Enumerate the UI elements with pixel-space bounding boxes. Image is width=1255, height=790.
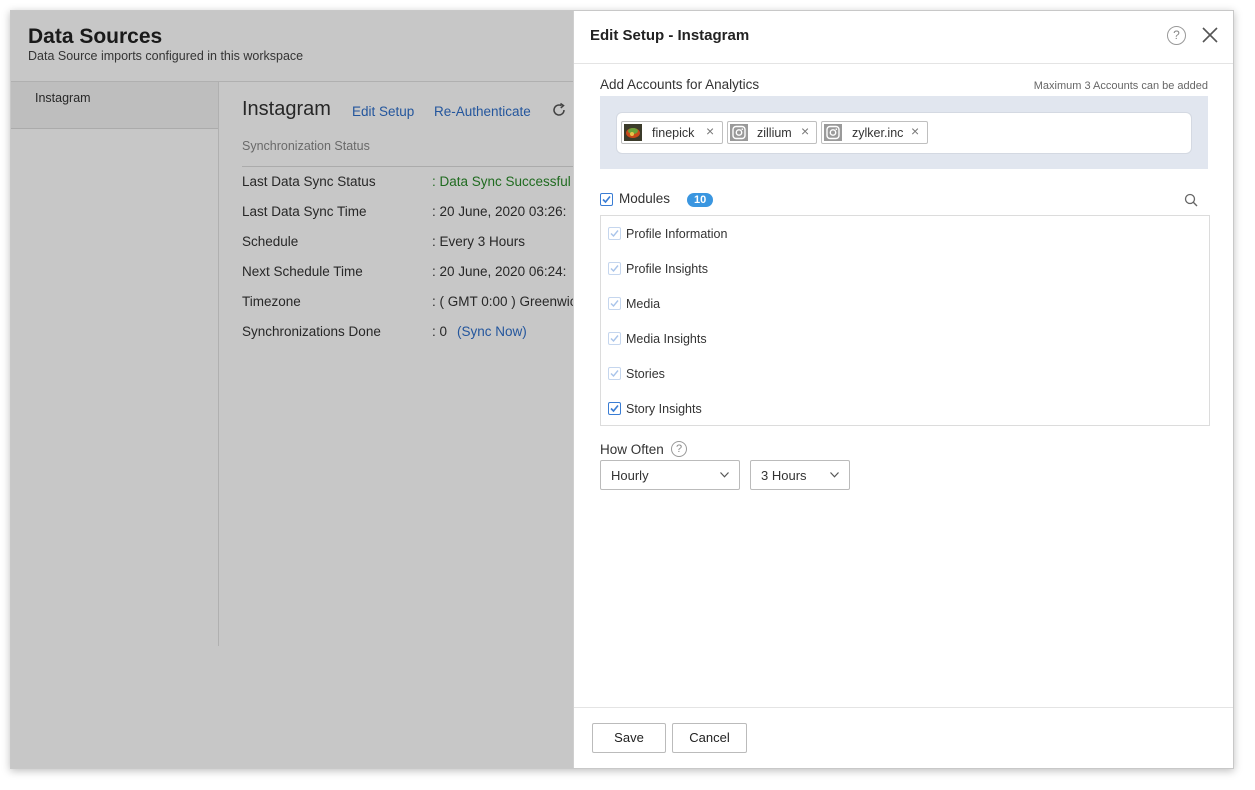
module-label: Stories (626, 367, 665, 381)
module-item[interactable]: Story Insights (608, 400, 908, 418)
edit-setup-panel: Edit Setup - Instagram ? Add Accounts fo… (573, 11, 1233, 768)
cancel-button[interactable]: Cancel (672, 723, 747, 753)
panel-footer: Save Cancel (574, 707, 1233, 768)
profile-picture-icon (624, 124, 642, 141)
account-chip-zylker[interactable]: zylker.inc × (821, 121, 928, 144)
remove-chip-icon[interactable]: × (911, 123, 919, 139)
account-chip-finepick[interactable]: finepick × (621, 121, 723, 144)
module-item[interactable]: Stories (608, 365, 908, 383)
module-label: Profile Information (626, 227, 728, 241)
modules-label: Modules (619, 191, 671, 206)
module-item[interactable]: Profile Information (608, 225, 908, 243)
frequency-select[interactable]: Hourly (600, 460, 740, 490)
account-chip-zillium[interactable]: zillium × (727, 121, 817, 144)
interval-select[interactable]: 3 Hours (750, 460, 850, 490)
help-icon[interactable]: ? (1167, 26, 1186, 45)
modules-list: Profile Information Profile Insights Med… (600, 215, 1210, 426)
module-item[interactable]: Media Insights (608, 330, 908, 348)
search-icon[interactable] (1184, 193, 1198, 207)
module-checkbox[interactable] (608, 402, 621, 415)
module-checkbox[interactable] (608, 297, 621, 310)
help-icon[interactable]: ? (671, 441, 687, 457)
save-button[interactable]: Save (592, 723, 666, 753)
modules-select-all-checkbox[interactable] (600, 193, 613, 206)
module-label: Media (626, 297, 661, 311)
module-checkbox[interactable] (608, 262, 621, 275)
module-checkbox[interactable] (608, 227, 621, 240)
data-sources-page: Data Sources Data Source imports configu… (11, 11, 582, 768)
modules-count-badge: 10 (687, 193, 714, 207)
accounts-label: Add Accounts for Analytics (600, 77, 760, 92)
chevron-down-icon (830, 472, 839, 478)
accounts-box: finepick × zillium × zylker.inc × (600, 96, 1208, 169)
how-often-label: How Often (600, 442, 664, 457)
chip-label: zylker.inc (852, 126, 904, 140)
module-item[interactable]: Profile Insights (608, 260, 908, 278)
app-window: Data Sources Data Source imports configu… (10, 10, 1234, 769)
accounts-max-note: Maximum 3 Accounts can be added (1033, 80, 1208, 92)
module-item[interactable]: Media (608, 295, 908, 313)
module-label: Profile Insights (626, 262, 708, 276)
chevron-down-icon (720, 472, 729, 478)
module-label: Story Insights (626, 402, 702, 416)
remove-chip-icon[interactable]: × (801, 123, 809, 139)
frequency-value: Hourly (611, 468, 649, 483)
module-checkbox[interactable] (608, 367, 621, 380)
chip-label: zillium (757, 126, 792, 140)
module-label: Media Insights (626, 332, 707, 346)
accounts-input[interactable]: finepick × zillium × zylker.inc × (616, 112, 1192, 154)
chip-label: finepick (652, 126, 695, 140)
instagram-icon (824, 124, 842, 141)
interval-value: 3 Hours (761, 468, 807, 483)
close-icon[interactable] (1200, 25, 1220, 45)
remove-chip-icon[interactable]: × (706, 123, 714, 139)
panel-title: Edit Setup - Instagram (590, 27, 750, 44)
modal-overlay[interactable] (11, 11, 574, 768)
module-checkbox[interactable] (608, 332, 621, 345)
panel-header: Edit Setup - Instagram ? (574, 11, 1233, 64)
instagram-icon (730, 124, 748, 141)
